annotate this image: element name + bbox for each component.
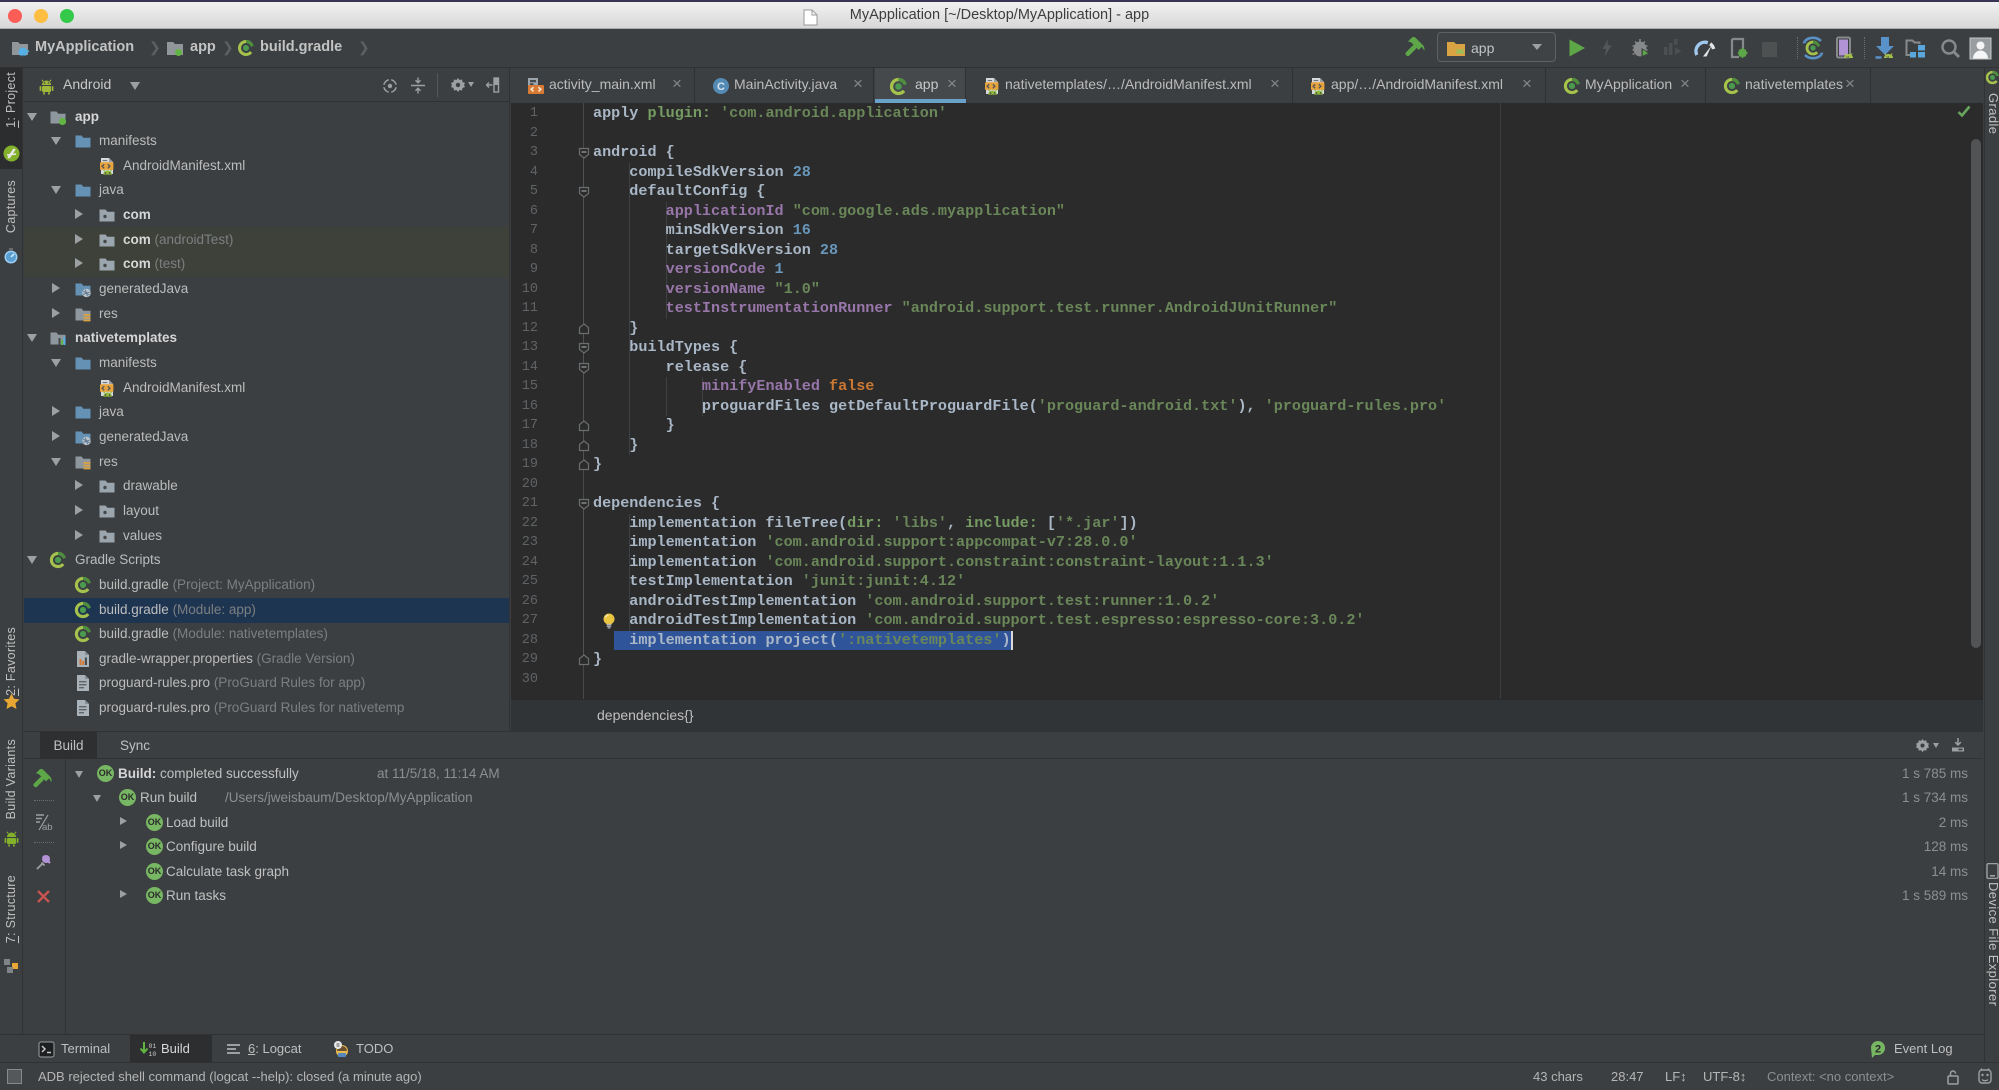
- svg-text:10: 10: [149, 1051, 157, 1058]
- svg-text:01: 01: [149, 1043, 157, 1050]
- svg-text:C: C: [717, 81, 725, 93]
- svg-text:2: 2: [1875, 1044, 1881, 1056]
